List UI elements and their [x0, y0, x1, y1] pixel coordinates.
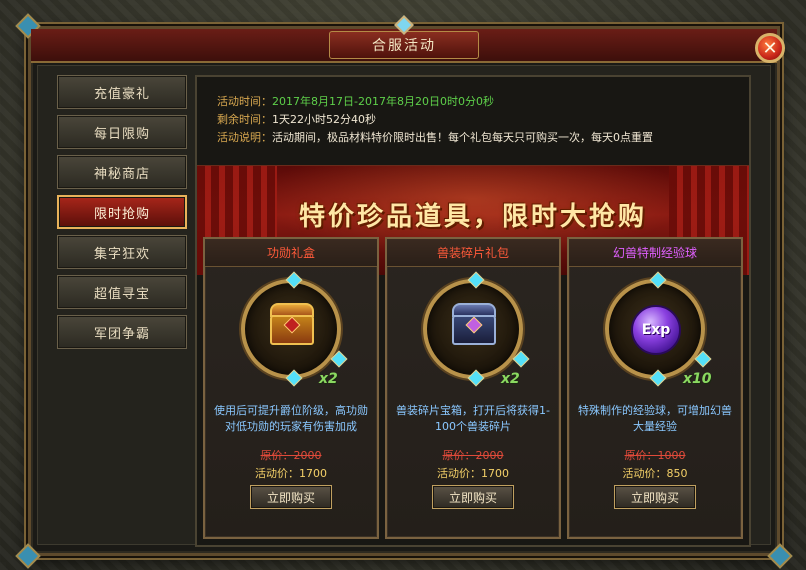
event-info: 活动时间：2017年8月17日-2017年8月20日0时0分0秒 剩余时间：1天… — [217, 93, 735, 163]
offer-card-merit-box: 功勋礼盒 x2 使用后可提升爵位阶级，高功勋对低功勋的玩家有伤害加成 原价：20… — [203, 237, 379, 539]
original-price: 原价：1000 — [624, 449, 686, 462]
original-price: 原价：2000 — [442, 449, 504, 462]
remaining-time-line: 剩余时间：1天22小时52分40秒 — [217, 113, 376, 126]
buy-now-button[interactable]: 立即购买 — [614, 485, 696, 509]
flash-sale-panel: 活动时间：2017年8月17日-2017年8月20日0时0分0秒 剩余时间：1天… — [195, 75, 751, 547]
banner-headline: 特价珍品道具，限时大抢购 — [298, 202, 647, 232]
title-bar: 合服活动 ✕ — [31, 15, 785, 63]
event-description-line: 活动说明：活动期间，极品材料特价限时出售！每个礼包每天只可购买一次，每天0点重置 — [217, 131, 653, 144]
item-slot[interactable]: Exp — [605, 271, 712, 387]
sidebar-item-legion-battle[interactable]: 军团争霸 — [57, 315, 187, 349]
offer-card-beast-gear-pack: 兽装碎片礼包 x2 兽装碎片宝箱，打开后将获得1-100个兽装碎片 原价：200… — [385, 237, 561, 539]
window-title-plaque: 合服活动 — [329, 15, 479, 59]
gem-icon — [285, 271, 303, 289]
sidebar-item-mystery-shop[interactable]: 神秘商店 — [57, 155, 187, 189]
item-slot[interactable] — [423, 271, 530, 387]
sale-price: 活动价：850 — [622, 467, 688, 480]
event-description: 活动期间，极品材料特价限时出售！每个礼包每天只可购买一次，每天0点重置 — [272, 131, 653, 144]
gem-icon — [467, 271, 485, 289]
item-quantity: x2 — [319, 371, 338, 387]
item-description: 兽装碎片宝箱，打开后将获得1-100个兽装碎片 — [396, 404, 550, 433]
gem-icon — [330, 350, 348, 368]
gold-chest-icon — [270, 303, 314, 345]
sale-price: 活动价：1700 — [437, 467, 509, 480]
sidebar-item-recharge-gifts[interactable]: 充值豪礼 — [57, 75, 187, 109]
item-description: 特殊制作的经验球，可增加幻兽大量经验 — [578, 404, 732, 433]
sidebar: 充值豪礼 每日限购 神秘商店 限时抢购 集字狂欢 超值寻宝 军团争霸 — [57, 75, 187, 355]
item-slot[interactable] — [241, 271, 348, 387]
offer-title: 幻兽特制经验球 — [569, 239, 741, 267]
gem-icon — [649, 271, 667, 289]
offer-title: 兽装碎片礼包 — [387, 239, 559, 267]
event-time-line: 活动时间：2017年8月17日-2017年8月20日0时0分0秒 — [217, 95, 494, 108]
original-price: 原价：2000 — [260, 449, 322, 462]
sidebar-item-daily-limit[interactable]: 每日限购 — [57, 115, 187, 149]
offer-cards: 功勋礼盒 x2 使用后可提升爵位阶级，高功勋对低功勋的玩家有伤害加成 原价：20… — [203, 237, 743, 539]
gem-icon — [285, 369, 303, 387]
exp-orb-icon: Exp — [631, 305, 681, 355]
event-window: 合服活动 ✕ 充值豪礼 每日限购 神秘商店 限时抢购 集字狂欢 超值寻宝 军团争… — [15, 13, 793, 569]
gem-icon — [512, 350, 530, 368]
remaining-time: 1天22小时52分40秒 — [272, 113, 376, 126]
gem-icon — [649, 369, 667, 387]
sidebar-item-flash-sale[interactable]: 限时抢购 — [57, 195, 187, 229]
window-title: 合服活动 — [372, 38, 436, 54]
item-quantity: x2 — [501, 371, 520, 387]
offer-card-exp-orb: 幻兽特制经验球 Exp x10 特殊制作的经验球，可增加幻兽大量经验 原价：10… — [567, 237, 743, 539]
close-button[interactable]: ✕ — [755, 33, 785, 63]
gem-icon — [467, 369, 485, 387]
offer-title: 功勋礼盒 — [205, 239, 377, 267]
sidebar-item-treasure-hunt[interactable]: 超值寻宝 — [57, 275, 187, 309]
sale-price: 活动价：1700 — [255, 467, 327, 480]
blue-chest-icon — [452, 303, 496, 345]
buy-now-button[interactable]: 立即购买 — [250, 485, 332, 509]
item-description: 使用后可提升爵位阶级，高功勋对低功勋的玩家有伤害加成 — [214, 404, 368, 433]
buy-now-button[interactable]: 立即购买 — [432, 485, 514, 509]
close-icon: ✕ — [762, 37, 778, 59]
item-quantity: x10 — [683, 371, 712, 387]
event-time: 2017年8月17日-2017年8月20日0时0分0秒 — [272, 95, 494, 108]
sidebar-item-word-collect[interactable]: 集字狂欢 — [57, 235, 187, 269]
gem-icon — [694, 350, 712, 368]
